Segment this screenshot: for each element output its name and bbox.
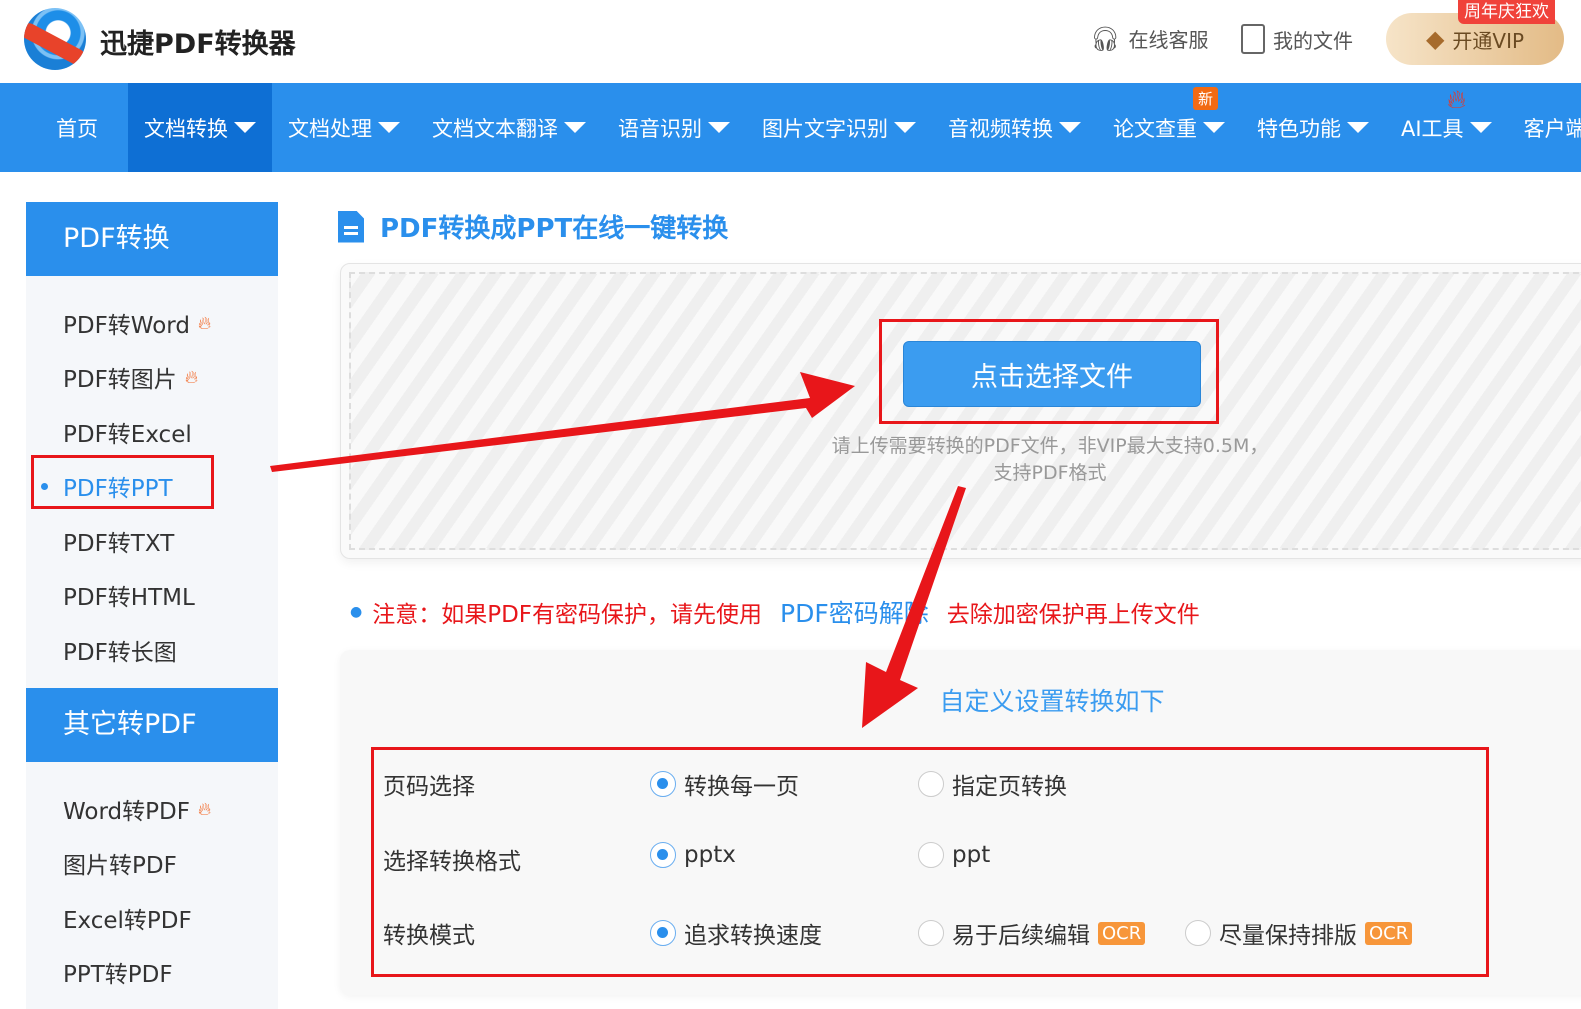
radio-specified-pages[interactable]: 指定页转换 (918, 767, 1067, 801)
online-service-link[interactable]: 🎧︎ 在线客服 (1090, 24, 1208, 53)
caret-down-icon (1347, 122, 1369, 133)
radio-checked (650, 842, 676, 868)
radio-unchecked (918, 920, 944, 946)
sidebar-item-pdf-ppt[interactable]: PDF转PPT (41, 469, 173, 503)
radio-checked (650, 920, 676, 946)
sidebar-item-ppt-pdf[interactable]: PPT转PDF (63, 955, 173, 989)
sidebar-item-pdf-image[interactable]: PDF转图片 🔥︎ (63, 360, 198, 394)
nav-speech[interactable]: 语音识别 (602, 83, 746, 172)
radio-keep-layout[interactable]: 尽量保持排版 OCR (1185, 916, 1413, 950)
sidebar-item-pdf-txt[interactable]: PDF转TXT (63, 524, 174, 558)
nav-translate[interactable]: 文档文本翻译 (416, 83, 602, 172)
nav-doc-convert[interactable]: 文档转换 (128, 83, 272, 172)
radio-speed[interactable]: 追求转换速度 (650, 916, 822, 950)
radio-unchecked (918, 771, 944, 797)
active-dot (41, 482, 48, 490)
sidebar-item-image-pdf[interactable]: 图片转PDF (63, 846, 177, 880)
page-select-label: 页码选择 (383, 774, 475, 800)
radio-pptx[interactable]: pptx (650, 842, 736, 868)
logo-icon[interactable] (24, 8, 86, 70)
top-header: 迅捷PDF转换器 🎧︎ 在线客服 我的文件 ◆ 开通VIP 周年庆狂欢 (0, 0, 1581, 83)
fire-icon: 🔥︎ (197, 312, 212, 334)
settings-title: 自定义设置转换如下 (939, 687, 1165, 716)
sidebar-section-pdf-convert: PDF转换 (26, 202, 278, 276)
new-badge: 新 (1193, 87, 1219, 110)
vip-promo-badge: 周年庆狂欢 (1458, 0, 1555, 24)
sidebar-item-pdf-word[interactable]: PDF转Word 🔥︎ (63, 306, 211, 340)
upload-hint: 请上传需要转换的PDF文件，非VIP最大支持0.5M， (831, 435, 1269, 457)
headset-icon: 🎧︎ (1090, 24, 1121, 53)
file-icon (1241, 24, 1265, 54)
upload-dropzone[interactable] (340, 263, 1581, 559)
nav-av[interactable]: 音视频转换 (932, 83, 1097, 172)
nav-plagiarism[interactable]: 论文查重新 (1097, 83, 1241, 172)
nav-features[interactable]: 特色功能 (1241, 83, 1385, 172)
app-title[interactable]: 迅捷PDF转换器 (100, 22, 296, 61)
caret-down-icon (1203, 122, 1225, 133)
upload-hint-format: 支持PDF格式 (993, 462, 1107, 484)
caret-down-icon (378, 122, 400, 133)
radio-editable[interactable]: 易于后续编辑 OCR (918, 916, 1146, 950)
ocr-badge: OCR (1098, 921, 1146, 945)
dropzone-inner (349, 272, 1581, 550)
ocr-badge: OCR (1365, 921, 1413, 945)
format-label: 选择转换格式 (383, 849, 521, 875)
caret-down-icon (1469, 122, 1492, 133)
nav-home[interactable]: 首页 (0, 83, 128, 172)
sidebar-list-1: PDF转Word 🔥︎ PDF转图片 🔥︎ PDF转Excel PDF转PPT PD… (26, 276, 278, 688)
radio-every-page[interactable]: 转换每一页 (650, 767, 799, 801)
radio-ppt[interactable]: ppt (918, 842, 990, 868)
my-files-link[interactable]: 我的文件 (1241, 24, 1353, 54)
caret-down-icon (894, 122, 916, 133)
fire-icon: 🔥︎ (197, 798, 212, 820)
notice: ● 注意：如果PDF有密码保护，请先使用 PDF密码解除 去除加密保护再上传文件 (350, 594, 1200, 630)
nav-client[interactable]: 客户端 (1508, 83, 1581, 172)
nav-doc-process[interactable]: 文档处理 (272, 83, 416, 172)
page-title: PDF转换成PPT在线一键转换 (338, 208, 728, 245)
sidebar-item-pdf-long-image[interactable]: PDF转长图 (63, 633, 177, 667)
sidebar-item-excel-pdf[interactable]: Excel转PDF (63, 901, 192, 935)
caret-down-icon (708, 122, 730, 133)
sidebar-item-word-pdf[interactable]: Word转PDF 🔥︎ (63, 792, 211, 826)
radio-unchecked (918, 842, 944, 868)
caret-down-icon (234, 122, 256, 133)
nav-ai-tools[interactable]: AI工具 🔥︎ (1385, 83, 1508, 172)
main-nav: 首页 文档转换 文档处理 文档文本翻译 语音识别 图片文字识别 音视频转换 论文… (0, 83, 1581, 172)
radio-checked (650, 771, 676, 797)
select-file-button[interactable]: 点击选择文件 (903, 341, 1201, 407)
pdf-unlock-link[interactable]: PDF密码解除 (780, 594, 929, 630)
radio-unchecked (1185, 920, 1211, 946)
bullet-icon: ● (350, 604, 363, 620)
sidebar-item-pdf-excel[interactable]: PDF转Excel (63, 415, 192, 449)
flame-icon: 🔥︎ (1447, 85, 1467, 115)
caret-down-icon (1059, 122, 1081, 133)
mode-label: 转换模式 (383, 923, 475, 949)
caret-down-icon (564, 122, 586, 133)
sidebar-section-other-to-pdf: 其它转PDF (26, 688, 278, 762)
nav-ocr[interactable]: 图片文字识别 (746, 83, 932, 172)
sidebar-item-pdf-html[interactable]: PDF转HTML (63, 578, 195, 612)
fire-icon: 🔥︎ (184, 366, 199, 388)
sidebar-list-2: Word转PDF 🔥︎ 图片转PDF Excel转PDF PPT转PDF (26, 762, 278, 1009)
document-icon (338, 210, 364, 243)
diamond-icon: ◆ (1425, 25, 1445, 53)
